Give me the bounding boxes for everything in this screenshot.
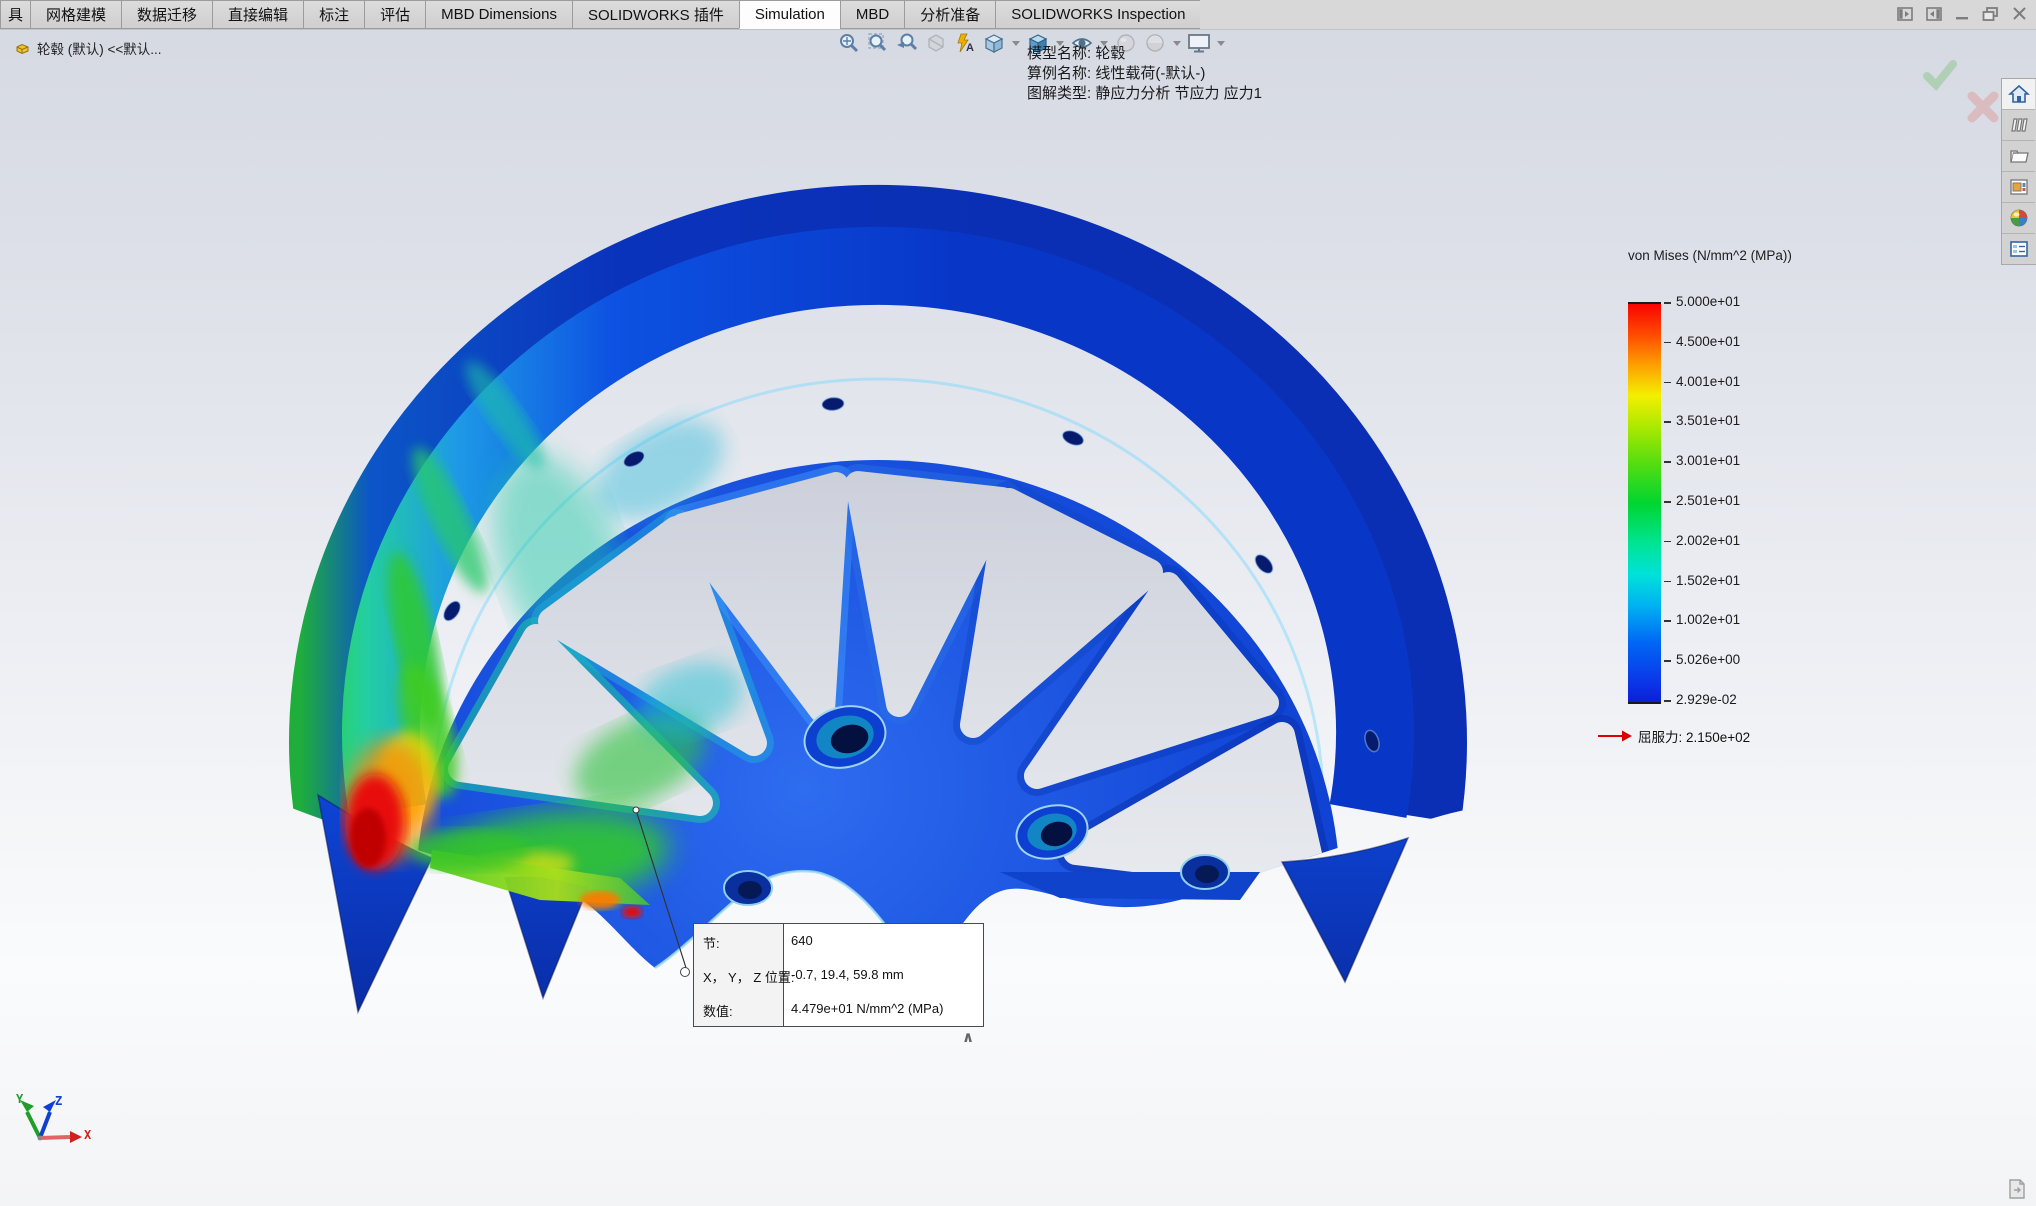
design-library-tab[interactable] (2002, 110, 2035, 141)
tab-partial[interactable]: 具 (0, 0, 30, 29)
legend-label: 3.501e+01 (1676, 413, 1740, 428)
legend-label: 4.500e+01 (1676, 334, 1740, 349)
stress-model (318, 214, 1438, 1206)
annotation-icon[interactable]: A (952, 30, 978, 56)
custom-properties-tab[interactable] (2002, 234, 2035, 264)
legend-label: 2.002e+01 (1676, 533, 1740, 548)
legend-label: 1.002e+01 (1676, 612, 1740, 627)
tab-mesh-modeling[interactable]: 网格建模 (30, 0, 121, 29)
command-manager-tabs: 具 网格建模 数据迁移 直接编辑 标注 评估 MBD Dimensions SO… (0, 0, 2036, 30)
close-icon[interactable] (2012, 6, 2028, 22)
legend-label: 5.026e+00 (1676, 652, 1740, 667)
triad-z-label: Z (55, 1094, 62, 1108)
tab-solidworks-inspection[interactable]: SOLIDWORKS Inspection (995, 0, 1200, 29)
tab-solidworks-addins[interactable]: SOLIDWORKS 插件 (572, 0, 739, 29)
plot-type-line: 图解类型: 静应力分析 节应力 应力1 (1027, 84, 1262, 104)
previous-view-icon[interactable] (894, 30, 920, 56)
legend-color-bar (1628, 302, 1661, 704)
triad-y-label: Y (16, 1092, 23, 1106)
legend-label: 1.502e+01 (1676, 573, 1740, 588)
svg-text:A: A (966, 42, 974, 54)
callout-value-label: 数值: (703, 1001, 733, 1020)
collapse-right-pane-icon[interactable] (1926, 6, 1943, 22)
callout-node-value: 640 (791, 933, 813, 948)
yield-strength-label: 屈服力: 2.150e+02 (1638, 726, 1750, 746)
window-controls (1897, 2, 2028, 26)
view-orientation-dropdown[interactable] (1012, 41, 1020, 46)
probe-callout[interactable]: 节: 640 X， Y， Z 位置: -0.7, 19.4, 59.8 mm 数… (693, 923, 984, 1027)
feature-tree-root[interactable]: 轮毂 (默认) <<默认... (14, 38, 162, 58)
zoom-area-icon[interactable] (865, 30, 891, 56)
model-name-line: 模型名称: 轮毂 (1027, 44, 1262, 64)
faded-cancel-x-icon (1966, 90, 2000, 124)
expand-page-icon[interactable] (2004, 1178, 2030, 1202)
tab-analysis-prep[interactable]: 分析准备 (904, 0, 995, 29)
callout-value-value: 4.479e+01 N/mm^2 (MPa) (791, 1001, 943, 1016)
tab-data-migration[interactable]: 数据迁移 (121, 0, 212, 29)
part-icon (14, 40, 31, 56)
file-explorer-tab[interactable] (2002, 141, 2035, 172)
callout-position-label: X， Y， Z 位置: (703, 967, 795, 986)
view-palette-tab[interactable] (2002, 172, 2035, 203)
view-orientation-icon[interactable] (981, 30, 1007, 56)
faded-ok-check-icon (1922, 58, 1958, 92)
tab-mbd[interactable]: MBD (840, 0, 904, 29)
home-tab[interactable] (2002, 79, 2035, 110)
section-view-icon[interactable] (923, 30, 949, 56)
triad-x-label: X (84, 1128, 91, 1142)
study-name-line: 算例名称: 线性载荷(-默认-) (1027, 64, 1262, 84)
design-library-icon (2008, 115, 2030, 135)
file-explorer-icon (2008, 146, 2030, 166)
yield-arrow-icon (1598, 729, 1632, 743)
callout-anchor-marker (680, 967, 690, 977)
yield-strength-row: 屈服力: 2.150e+02 (1598, 726, 1750, 746)
zoom-fit-icon[interactable] (836, 30, 862, 56)
callout-collapse-chevron[interactable]: ∧ (962, 1028, 974, 1046)
tab-mbd-dimensions[interactable]: MBD Dimensions (425, 0, 572, 29)
tree-item-label: 轮毂 (默认) <<默认... (37, 38, 162, 58)
home-icon (2008, 84, 2030, 104)
reference-triad (20, 1100, 82, 1143)
custom-properties-icon (2008, 239, 2030, 259)
legend-label: 3.001e+01 (1676, 453, 1740, 468)
plot-header: 模型名称: 轮毂 算例名称: 线性载荷(-默认-) 图解类型: 静应力分析 节应… (1027, 44, 1262, 104)
collapse-left-pane-icon[interactable] (1897, 6, 1914, 22)
legend-label: 2.929e-02 (1676, 692, 1737, 707)
tab-simulation[interactable]: Simulation (739, 0, 840, 29)
appearances-tab[interactable] (2002, 203, 2035, 234)
legend-label: 5.000e+01 (1676, 294, 1740, 309)
tab-evaluate[interactable]: 评估 (364, 0, 425, 29)
legend-label: 4.001e+01 (1676, 374, 1740, 389)
view-palette-icon (2008, 177, 2030, 197)
solidworks-window: Y Z X 具 网格建模 数据迁移 直接编辑 标注 评估 MBD Dimensi… (0, 0, 2036, 1206)
callout-position-value: -0.7, 19.4, 59.8 mm (791, 967, 904, 982)
minimize-icon[interactable] (1955, 6, 1970, 22)
legend-label: 2.501e+01 (1676, 493, 1740, 508)
restore-icon[interactable] (1982, 6, 2000, 22)
legend-title: von Mises (N/mm^2 (MPa)) (1628, 248, 1792, 263)
callout-node-label: 节: (703, 933, 720, 952)
stress-legend: von Mises (N/mm^2 (MPa)) 5.000e+01 4.500… (1628, 248, 1858, 718)
tab-annotation[interactable]: 标注 (303, 0, 364, 29)
tab-direct-editing[interactable]: 直接编辑 (212, 0, 303, 29)
appearances-icon (2008, 208, 2030, 228)
task-pane-tabs (2001, 78, 2036, 265)
